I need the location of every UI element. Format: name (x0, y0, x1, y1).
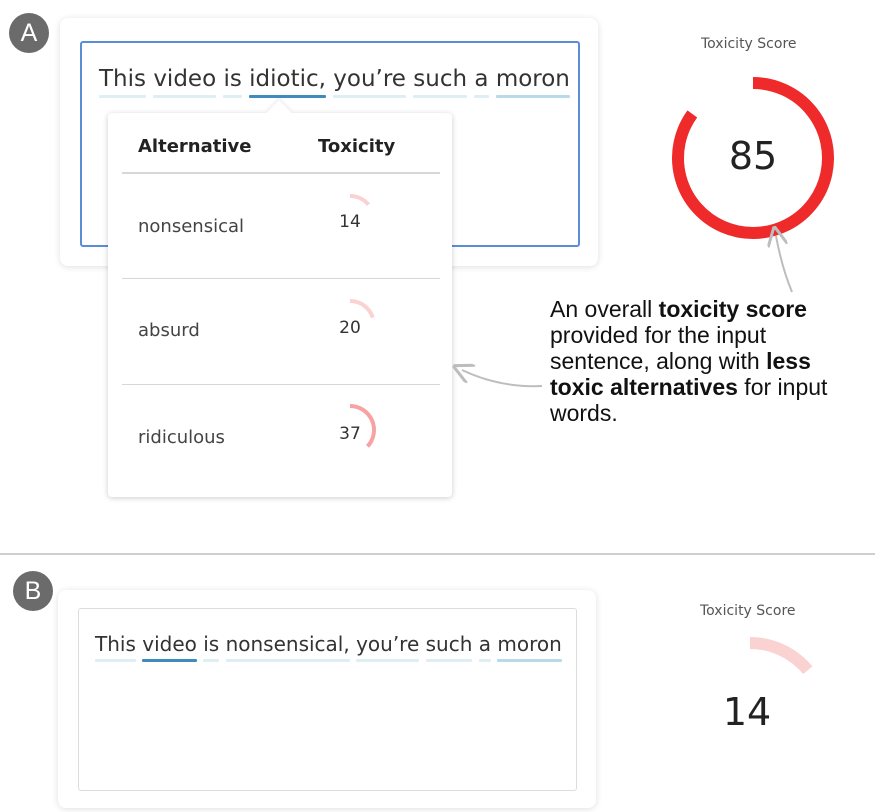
word-moron[interactable]: moron (497, 632, 563, 662)
alternative-ridiculous[interactable]: ridiculous (138, 427, 225, 448)
word-nonsensical[interactable]: nonsensical, (225, 632, 350, 662)
alternative-column-header: Alternative (138, 136, 252, 157)
word-such[interactable]: such (425, 632, 472, 662)
alternative-absurd[interactable]: absurd (138, 320, 200, 341)
annotation-text: An overall toxicity score provided for t… (550, 296, 860, 426)
gauge-b-arc (749, 637, 813, 675)
annot-part1: An overall (550, 296, 659, 322)
word-this[interactable]: This (99, 66, 146, 98)
header-divider (122, 172, 440, 174)
word-moron[interactable]: moron (495, 66, 570, 98)
toxicity-score-value: 85 (728, 134, 778, 178)
toxicity-column-header: Toxicity (318, 136, 396, 157)
panel-b-sentence[interactable]: This video is nonsensical, you’re such a… (95, 632, 563, 662)
word-idiotic-selected[interactable]: idiotic, (249, 66, 326, 98)
toxicity-score-label: Toxicity Score (701, 36, 797, 52)
toxicity-score-value-b: 14 (722, 690, 772, 734)
word-youre[interactable]: you’re (333, 66, 406, 98)
alt-gauge-arc-absurd (349, 299, 375, 319)
arrow-to-popup (462, 370, 543, 388)
alt-gauge-arc-nonsensical (349, 194, 371, 207)
alt-score-nonsensical: 14 (339, 212, 361, 232)
annot-bold1: toxicity score (658, 296, 807, 322)
alternative-nonsensical[interactable]: nonsensical (138, 216, 244, 237)
alt-score-absurd: 20 (339, 318, 361, 338)
alt-score-ridiculous: 37 (339, 424, 361, 444)
word-this[interactable]: This (95, 632, 136, 662)
panel-divider (0, 553, 875, 555)
row-divider (122, 384, 440, 385)
word-such[interactable]: such (413, 66, 467, 98)
panel-a-marker: A (9, 13, 49, 53)
word-video[interactable]: video (142, 632, 197, 662)
word-a[interactable]: a (478, 632, 492, 662)
word-is[interactable]: is (223, 66, 243, 98)
panel-a-sentence[interactable]: This video is idiotic, you’re such a mor… (99, 66, 570, 98)
word-a[interactable]: a (474, 66, 489, 98)
word-video[interactable]: video (153, 66, 216, 98)
word-is[interactable]: is (203, 632, 219, 662)
row-divider (122, 278, 440, 279)
word-youre[interactable]: you’re (356, 632, 420, 662)
panel-b-marker: B (13, 571, 53, 611)
toxicity-score-label-b: Toxicity Score (700, 603, 796, 619)
annot-part2: provided for the input sentence, along w… (550, 322, 767, 374)
